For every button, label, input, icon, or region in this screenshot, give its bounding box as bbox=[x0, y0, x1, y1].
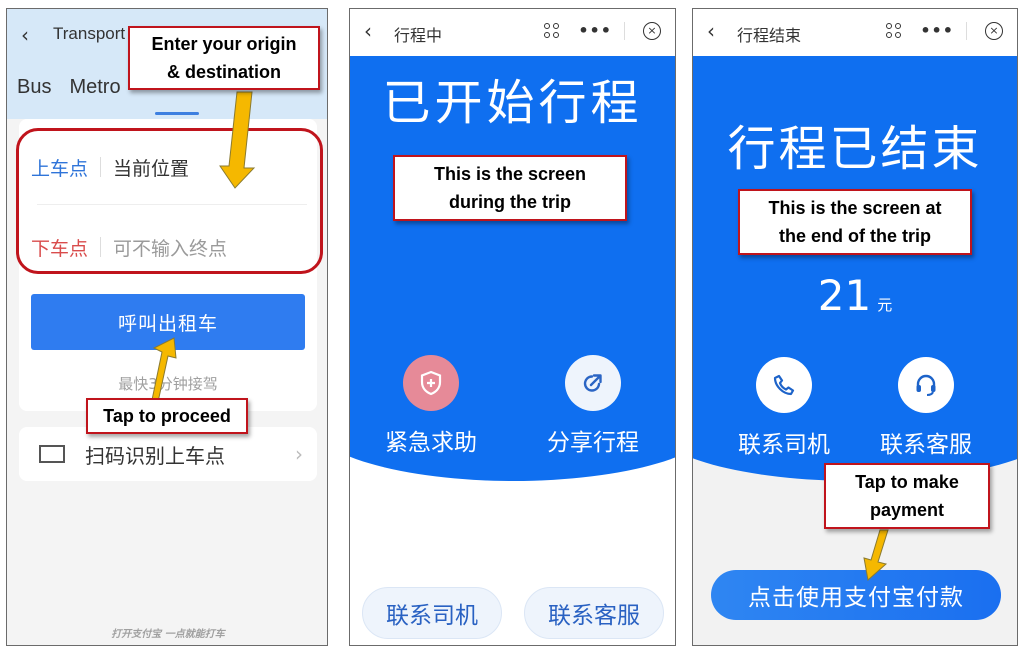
arrow-origin bbox=[219, 91, 256, 189]
callout-line: Tap to proceed bbox=[103, 406, 231, 426]
callout-line: Enter your origin bbox=[151, 34, 297, 54]
arrow-payment bbox=[863, 529, 889, 581]
callout-line: This is the screen bbox=[433, 164, 587, 184]
callout-enter-origin: Enter your origin & destination bbox=[128, 26, 320, 90]
annotation-arrows bbox=[148, 91, 889, 581]
callout-line: Tap to make bbox=[855, 472, 959, 492]
callout-line: payment bbox=[869, 500, 945, 520]
callout-line: & destination bbox=[166, 62, 281, 82]
arrow-proceed bbox=[148, 337, 177, 403]
callout-end-trip: This is the screen at the end of the tri… bbox=[738, 189, 972, 255]
callout-line: the end of the trip bbox=[779, 226, 931, 246]
callout-payment: Tap to make payment bbox=[824, 463, 990, 529]
callout-line: during the trip bbox=[449, 192, 571, 212]
callout-tap-proceed: Tap to proceed bbox=[86, 398, 248, 434]
callout-line: This is the screen at bbox=[768, 198, 942, 218]
callout-during-trip: This is the screen during the trip bbox=[393, 155, 627, 221]
